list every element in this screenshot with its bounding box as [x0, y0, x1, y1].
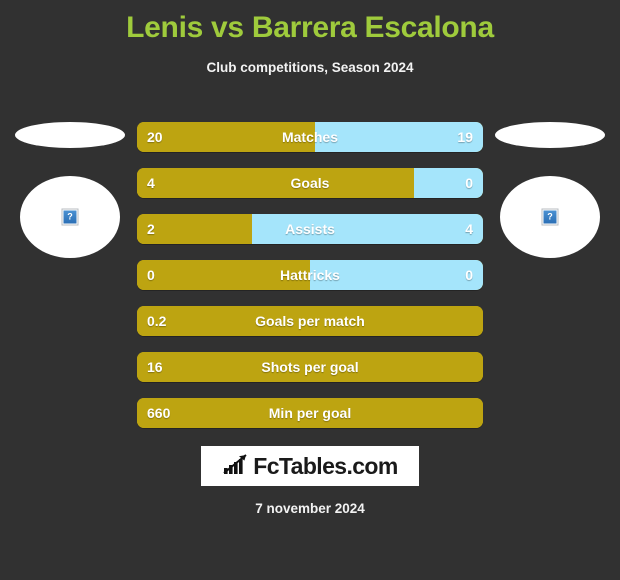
stat-label: Matches	[281, 129, 339, 145]
stat-row: 4 Goals 0	[137, 168, 483, 198]
stat-row-content: 4 Goals 0	[137, 168, 483, 198]
footer-date: 7 november 2024	[255, 501, 365, 516]
stats-list: 20 Matches 19 4 Goals 0 2 Assists 4 0 Hattricks 0 0.…	[137, 122, 483, 444]
stat-row: 660 Min per goal	[137, 398, 483, 428]
logo-text: FcTables.com	[253, 453, 398, 479]
page-title: Lenis vs Barrera Escalona	[126, 11, 494, 44]
player-home-photo-placeholder: ?	[20, 176, 120, 258]
stat-row-content: 20 Matches 19	[137, 122, 483, 152]
player-away: ?	[480, 115, 620, 258]
stat-label: Hattricks	[280, 267, 340, 283]
broken-image-glyph: ?	[543, 210, 557, 224]
stat-row-content: 0 Hattricks 0	[137, 260, 483, 290]
stat-value-home: 4	[147, 175, 155, 191]
stat-label: Shots per goal	[261, 359, 359, 375]
player-home-name-placeholder	[15, 122, 125, 148]
stat-row-content: 2 Assists 4	[137, 214, 483, 244]
stat-row: 16 Shots per goal	[137, 352, 483, 382]
site-logo[interactable]: FcTables.com	[0, 446, 620, 486]
player-home: ?	[0, 115, 140, 258]
logo-box[interactable]: FcTables.com	[201, 446, 419, 486]
stat-value-away: 4	[465, 221, 473, 237]
stat-row: 2 Assists 4	[137, 214, 483, 244]
stat-value-home: 20	[147, 129, 163, 145]
stat-value-home: 660	[147, 405, 171, 421]
stat-label: Goals	[290, 175, 330, 191]
stat-value-home: 0	[147, 267, 155, 283]
player-away-name-placeholder	[495, 122, 605, 148]
comparison-page: Lenis vs Barrera Escalona Club competiti…	[0, 0, 620, 580]
stat-row-content: 660 Min per goal	[137, 398, 483, 428]
player-away-photo-placeholder: ?	[500, 176, 600, 258]
stat-row: 20 Matches 19	[137, 122, 483, 152]
stat-label: Assists	[285, 221, 335, 237]
stat-row: 0.2 Goals per match	[137, 306, 483, 336]
stat-value-away: 0	[465, 267, 473, 283]
stat-label: Goals per match	[255, 313, 365, 329]
stat-row: 0 Hattricks 0	[137, 260, 483, 290]
stat-value-away: 0	[465, 175, 473, 191]
stat-value-home: 2	[147, 221, 155, 237]
broken-image-icon: ?	[541, 208, 559, 226]
stat-row-content: 0.2 Goals per match	[137, 306, 483, 336]
stat-value-away: 19	[457, 129, 473, 145]
stat-value-home: 16	[147, 359, 163, 375]
broken-image-glyph: ?	[63, 210, 77, 224]
stat-label: Min per goal	[268, 405, 352, 421]
stat-value-home: 0.2	[147, 313, 167, 329]
page-subtitle: Club competitions, Season 2024	[206, 60, 414, 75]
stat-row-content: 16 Shots per goal	[137, 352, 483, 382]
broken-image-icon: ?	[61, 208, 79, 226]
bar-chart-growth-icon	[222, 452, 248, 481]
